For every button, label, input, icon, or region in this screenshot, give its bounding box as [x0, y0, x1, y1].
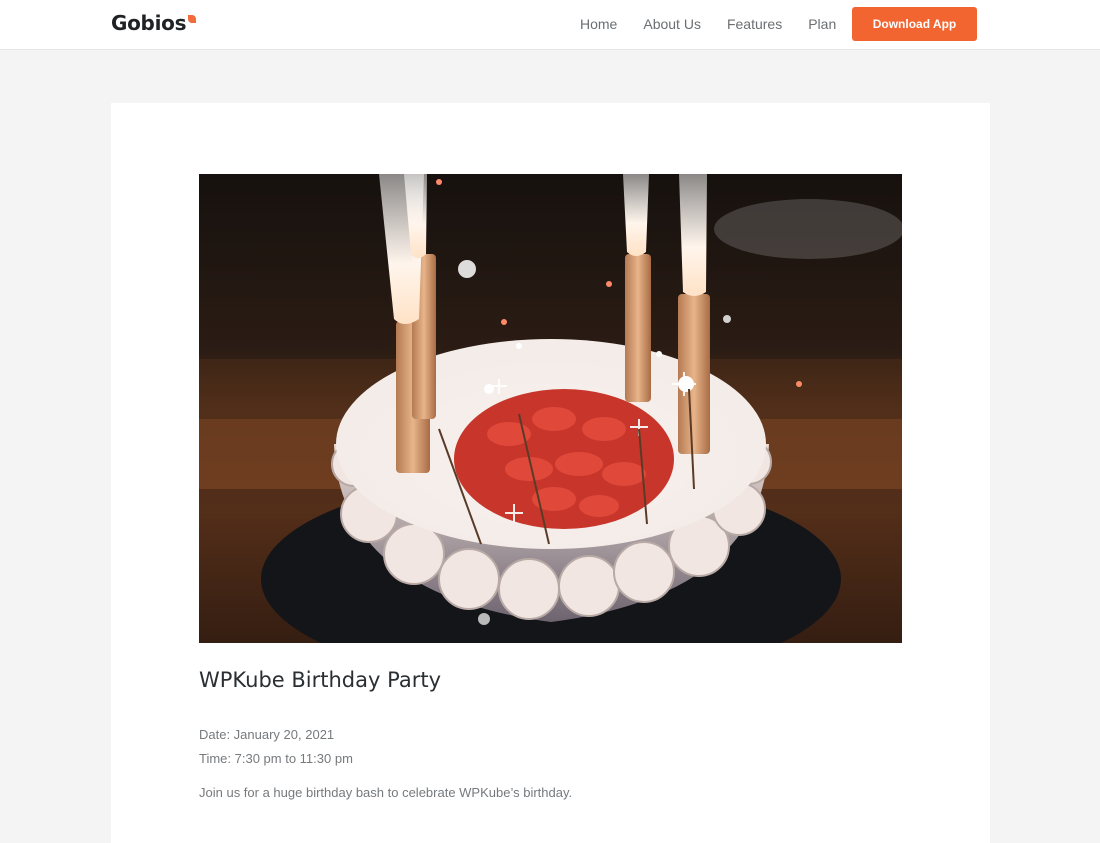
nav-link-about-us[interactable]: About Us — [643, 14, 701, 34]
event-meta: Date: January 20, 2021 Time: 7:30 pm to … — [199, 723, 353, 771]
event-description: Join us for a huge birthday bash to cele… — [199, 785, 573, 800]
nav-link-home[interactable]: Home — [580, 14, 617, 34]
nav-link-plan[interactable]: Plan — [808, 14, 836, 34]
logo-text: Gobios — [111, 11, 187, 35]
birthday-cake-image — [199, 174, 902, 643]
site-header: Gobios Home About Us Features Plan Downl… — [0, 0, 1100, 50]
download-app-button[interactable]: Download App — [852, 7, 977, 41]
event-card: WPKube Birthday Party Date: January 20, … — [111, 103, 990, 843]
logo-mark-icon — [188, 15, 197, 23]
event-title: WPKube Birthday Party — [199, 668, 441, 692]
event-hero-image — [199, 174, 902, 643]
site-logo[interactable]: Gobios — [111, 10, 197, 38]
nav-link-features[interactable]: Features — [727, 14, 782, 34]
event-time: Time: 7:30 pm to 11:30 pm — [199, 751, 353, 766]
main-nav: Home About Us Features Plan — [567, 0, 849, 48]
event-date: Date: January 20, 2021 — [199, 727, 335, 742]
